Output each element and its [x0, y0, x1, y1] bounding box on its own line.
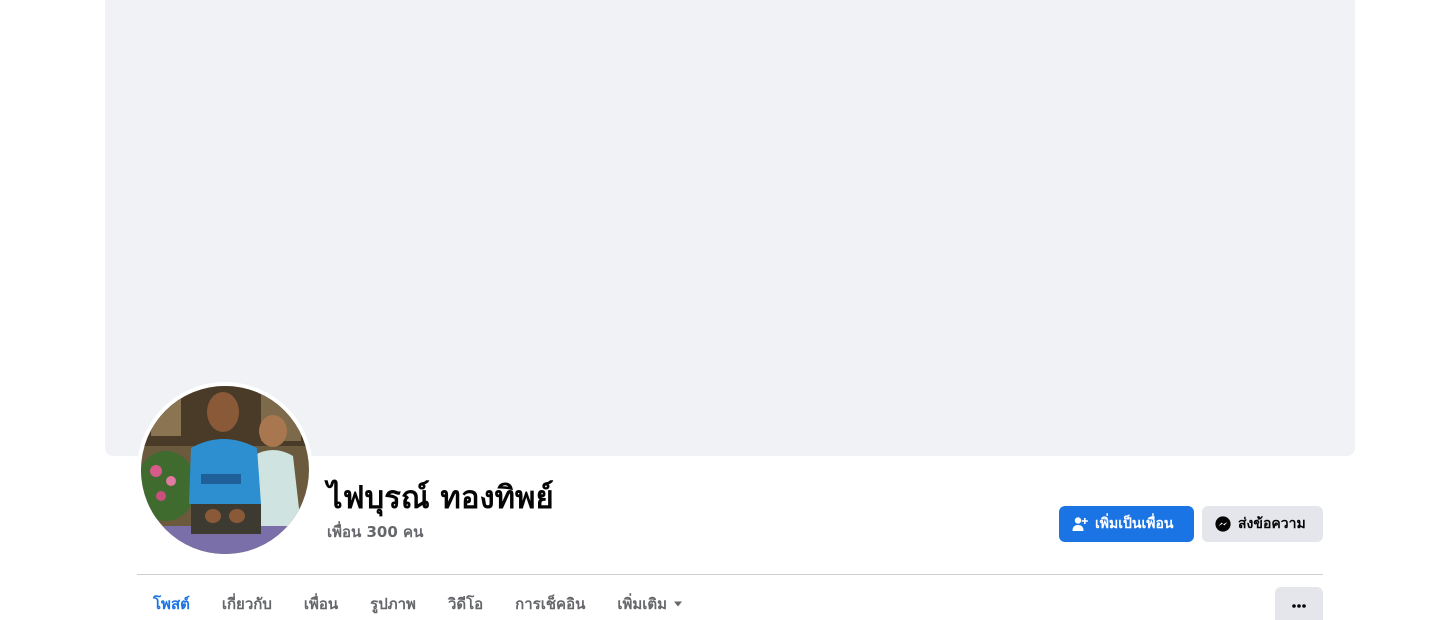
add-friend-label: เพิ่มเป็นเพื่อน	[1095, 516, 1174, 532]
send-message-button[interactable]: ส่งข้อความ	[1202, 506, 1323, 542]
tab-photos-label: รูปภาพ	[370, 595, 416, 613]
more-options-button[interactable]	[1275, 587, 1323, 620]
profile-photo-frame[interactable]	[137, 382, 313, 558]
tab-friends[interactable]: เพื่อน	[288, 588, 354, 620]
add-friend-button[interactable]: เพิ่มเป็นเพื่อน	[1059, 506, 1194, 542]
tab-checkins-label: การเช็คอิน	[515, 595, 586, 613]
profile-name: ไฟบุรณ์ ทองทิพย์	[327, 480, 554, 516]
tab-posts-label: โพสต์	[153, 595, 190, 613]
profile-tabs: โพสต์ เกี่ยวกับ เพื่อน รูปภาพ วิดีโอ การ…	[137, 588, 699, 620]
header-divider	[137, 574, 1323, 575]
ellipsis-icon	[1291, 594, 1307, 613]
tab-more-label: เพิ่มเติม	[617, 595, 668, 613]
tab-more[interactable]: เพิ่มเติม	[601, 588, 699, 620]
tab-videos-label: วิดีโอ	[447, 595, 484, 613]
profile-page: ไฟบุรณ์ ทองทิพย์ เพื่อน 300 คน เพิ่มเป็น…	[0, 0, 1448, 620]
tab-about-label: เกี่ยวกับ	[221, 595, 272, 613]
cover-photo[interactable]	[105, 0, 1355, 456]
tab-photos[interactable]: รูปภาพ	[354, 588, 432, 620]
friends-count[interactable]: เพื่อน 300 คน	[327, 521, 423, 543]
tab-friends-label: เพื่อน	[303, 595, 339, 613]
tab-about[interactable]: เกี่ยวกับ	[206, 588, 288, 620]
tab-checkins[interactable]: การเช็คอิน	[499, 588, 601, 620]
profile-photo[interactable]	[141, 386, 309, 554]
tab-videos[interactable]: วิดีโอ	[432, 588, 499, 620]
messenger-icon	[1214, 515, 1232, 533]
send-message-label: ส่งข้อความ	[1238, 516, 1306, 532]
profile-photo-image	[141, 386, 309, 554]
tab-posts[interactable]: โพสต์	[137, 588, 206, 620]
person-add-icon	[1071, 515, 1089, 533]
caret-down-icon	[673, 600, 683, 608]
